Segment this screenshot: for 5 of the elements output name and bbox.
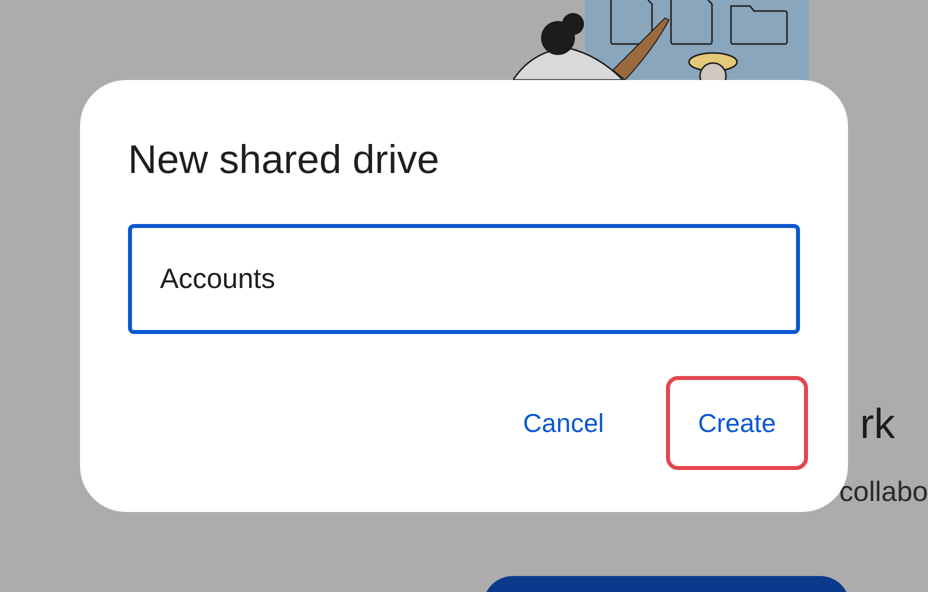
page-heading: rk <box>860 403 895 445</box>
dialog-title: New shared drive <box>128 137 440 184</box>
page-description: collabo <box>839 478 928 506</box>
name-input-field[interactable]: Accounts <box>128 224 800 334</box>
dialog-button[interactable]: Create <box>666 376 808 470</box>
